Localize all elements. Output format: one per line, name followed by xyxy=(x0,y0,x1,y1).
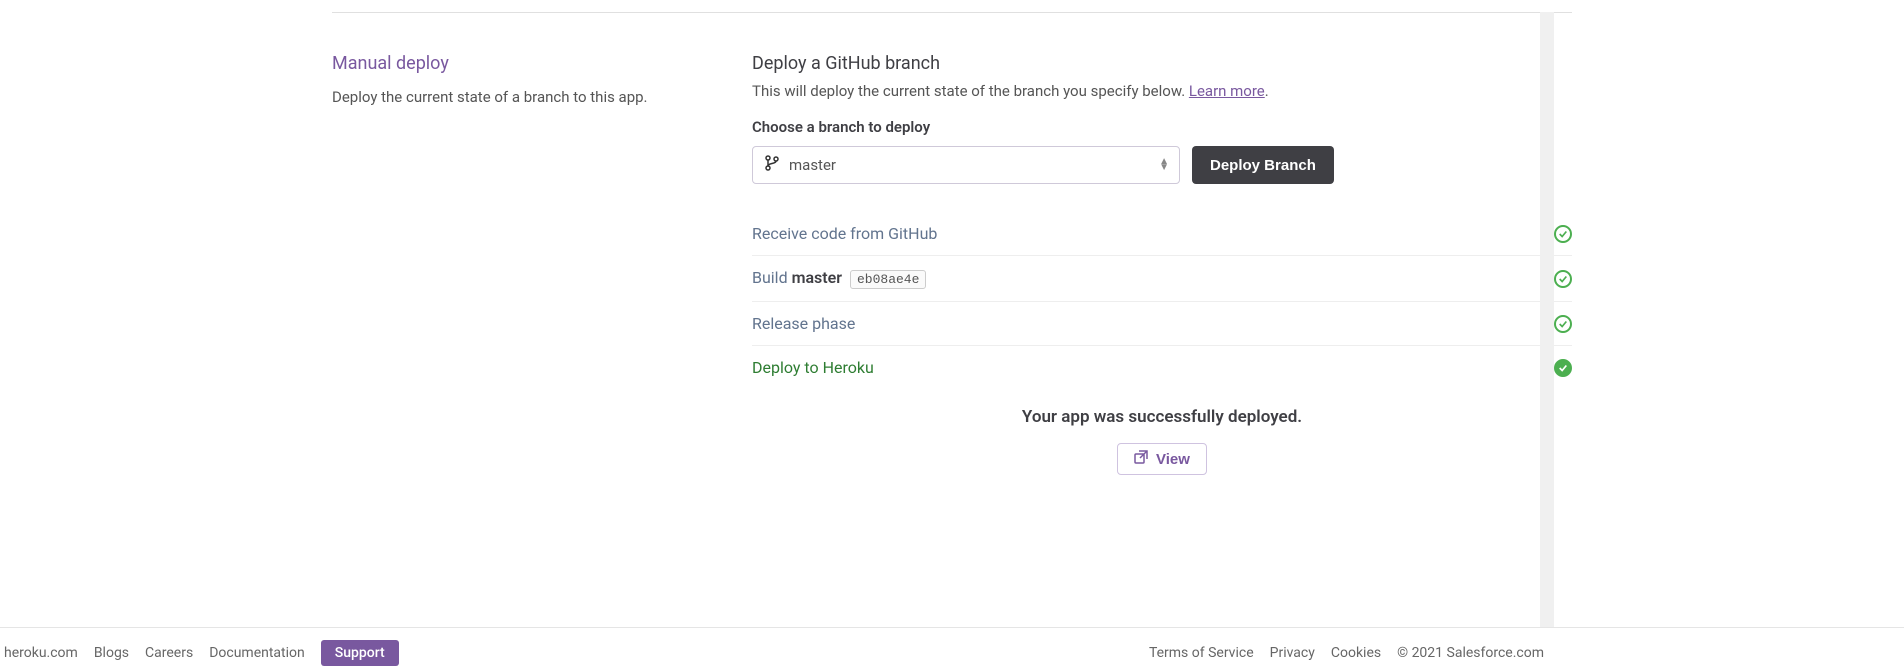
footer: heroku.com Blogs Careers Documentation S… xyxy=(0,627,1904,666)
external-link-icon xyxy=(1134,450,1148,468)
footer-tos-link[interactable]: Terms of Service xyxy=(1149,645,1254,661)
manual-deploy-title: Manual deploy xyxy=(332,53,712,74)
deploy-subtext: This will deploy the current state of th… xyxy=(752,82,1572,100)
footer-careers-link[interactable]: Careers xyxy=(145,645,193,661)
chevron-updown-icon: ▲▼ xyxy=(1159,159,1169,171)
footer-cookies-link[interactable]: Cookies xyxy=(1331,645,1381,661)
step-build-label: Build master eb08ae4e xyxy=(752,268,926,289)
git-branch-icon xyxy=(765,155,779,175)
selected-branch-value: master xyxy=(789,156,836,174)
commit-badge: eb08ae4e xyxy=(850,270,926,289)
footer-copyright: © 2021 Salesforce.com xyxy=(1397,645,1544,661)
step-receive: Receive code from GitHub xyxy=(752,212,1572,256)
footer-support-button[interactable]: Support xyxy=(321,640,399,666)
footer-docs-link[interactable]: Documentation xyxy=(209,645,305,661)
step-deploy: Deploy to Heroku xyxy=(752,346,1572,389)
view-button-label: View xyxy=(1156,451,1190,468)
step-release: Release phase xyxy=(752,302,1572,346)
step-build: Build master eb08ae4e xyxy=(752,256,1572,302)
footer-blogs-link[interactable]: Blogs xyxy=(94,645,129,661)
check-filled-icon xyxy=(1554,359,1572,377)
deploy-heading: Deploy a GitHub branch xyxy=(752,53,1572,74)
step-receive-label: Receive code from GitHub xyxy=(752,224,937,243)
deploy-branch-button[interactable]: Deploy Branch xyxy=(1192,146,1334,184)
check-icon xyxy=(1554,315,1572,333)
check-icon xyxy=(1554,270,1572,288)
branch-select[interactable]: master ▲▼ xyxy=(752,146,1180,184)
step-deploy-label: Deploy to Heroku xyxy=(752,358,874,377)
manual-deploy-desc: Deploy the current state of a branch to … xyxy=(332,86,712,109)
footer-privacy-link[interactable]: Privacy xyxy=(1270,645,1315,661)
choose-branch-label: Choose a branch to deploy xyxy=(752,118,1572,136)
check-icon xyxy=(1554,225,1572,243)
section-divider xyxy=(332,12,1572,13)
step-release-label: Release phase xyxy=(752,314,855,333)
learn-more-link[interactable]: Learn more xyxy=(1189,82,1265,100)
view-app-button[interactable]: View xyxy=(1117,443,1207,475)
scrollbar[interactable] xyxy=(1540,12,1554,666)
success-message: Your app was successfully deployed. xyxy=(752,407,1572,427)
footer-home-link[interactable]: heroku.com xyxy=(4,645,78,661)
